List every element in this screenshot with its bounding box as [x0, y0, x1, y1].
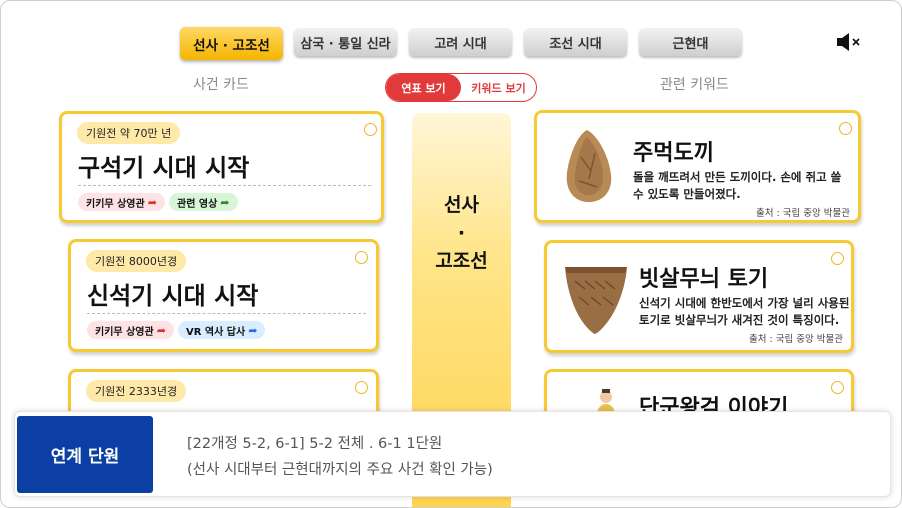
- tab-three-kingdoms[interactable]: 삼국 · 통일 신라: [294, 28, 397, 56]
- event-card[interactable]: 기원전 약 70만 년 구석기 시대 시작 키키무 상영관 ➦ 관련 영상 ➦: [59, 111, 384, 223]
- select-ring-icon[interactable]: [831, 252, 844, 265]
- tag-label: 관련 영상: [177, 198, 218, 210]
- pottery-icon: [565, 267, 627, 334]
- keyword-column-label: 관련 키워드: [660, 77, 729, 93]
- arrow-icon: ➦: [147, 195, 157, 209]
- arrow-icon: ➦: [156, 323, 166, 337]
- event-title: 신석기 시대 시작: [87, 282, 259, 310]
- linked-unit-note: (선사 시대부터 근현대까지의 주요 사건 확인 가능): [187, 462, 493, 478]
- keyword-card[interactable]: 주먹도끼 돌을 깨뜨려서 만든 도끼이다. 손에 쥐고 쓸 수 있도록 만들어졌…: [534, 110, 861, 223]
- era-pillar-line2: ·: [457, 222, 466, 244]
- timeline-view-button[interactable]: 연표 보기: [386, 74, 461, 101]
- tag-label: VR 역사 답사: [186, 326, 246, 338]
- keyword-description-line: 돌을 깨뜨려서 만든 도끼이다. 손에 쥐고 쓸: [633, 170, 842, 184]
- linked-unit-label: 연계 단원: [17, 416, 153, 493]
- keyword-description-line: 토기로 빗살무늬가 새겨진 것이 특징이다.: [639, 313, 840, 327]
- view-toggle[interactable]: 연표 보기 키워드 보기: [385, 73, 537, 102]
- event-date: 기원전 약 70만 년: [77, 122, 181, 144]
- linked-unit-text: [22개정 5-2, 6-1] 5-2 전체 . 6-1 1단원: [187, 436, 443, 452]
- tag-label: 키키무 상영관: [95, 326, 154, 338]
- era-pillar-label: 선사 · 고조선: [412, 191, 511, 275]
- tab-goryeo[interactable]: 고려 시대: [409, 28, 512, 56]
- event-column-label: 사건 카드: [193, 77, 249, 93]
- arrow-icon: ➦: [248, 323, 258, 337]
- select-ring-icon[interactable]: [355, 251, 368, 264]
- keyword-source: 출처 : 국립 중앙 박물관: [756, 208, 850, 219]
- arrow-icon: ➦: [220, 195, 230, 209]
- keyword-title: 빗살무늬 토기: [639, 267, 769, 292]
- event-date: 기원전 8000년경: [86, 250, 187, 272]
- kikimu-theater-tag[interactable]: 키키무 상영관 ➦: [78, 193, 165, 211]
- kikimu-theater-tag[interactable]: 키키무 상영관 ➦: [87, 321, 174, 339]
- tab-modern[interactable]: 근현대: [639, 28, 742, 56]
- hand-axe-icon: [566, 130, 612, 203]
- app-frame: 선사 · 고조선 삼국 · 통일 신라 고려 시대 조선 시대 근현대 사건 카…: [0, 0, 902, 508]
- keyword-description-line: 수 있도록 만들어졌다.: [633, 187, 741, 201]
- tag-label: 키키무 상영관: [86, 198, 145, 210]
- keyword-title: 주먹도끼: [633, 141, 714, 166]
- divider: [78, 185, 371, 186]
- keyword-view-button[interactable]: 키워드 보기: [461, 74, 536, 101]
- related-video-tag[interactable]: 관련 영상 ➦: [169, 193, 238, 211]
- keyword-description-line: 신석기 시대에 한반도에서 가장 널리 사용된: [639, 296, 850, 310]
- select-ring-icon[interactable]: [364, 123, 377, 136]
- tab-prehistory[interactable]: 선사 · 고조선: [180, 27, 283, 60]
- keyword-card[interactable]: 빗살무늬 토기 신석기 시대에 한반도에서 가장 널리 사용된 토기로 빗살무늬…: [544, 240, 854, 353]
- keyword-source: 출처 : 국립 중앙 박물관: [749, 334, 843, 345]
- event-card[interactable]: 기원전 8000년경 신석기 시대 시작 키키무 상영관 ➦ VR 역사 답사 …: [68, 239, 379, 352]
- select-ring-icon[interactable]: [355, 381, 368, 394]
- event-date: 기원전 2333년경: [86, 380, 187, 402]
- divider: [87, 313, 366, 314]
- speaker-mute-icon[interactable]: [835, 31, 863, 53]
- select-ring-icon[interactable]: [839, 122, 852, 135]
- era-pillar-line3: 고조선: [435, 250, 488, 272]
- event-title: 구석기 시대 시작: [78, 154, 250, 182]
- vr-history-tour-tag[interactable]: VR 역사 답사 ➦: [178, 321, 266, 339]
- keyword-description: 돌을 깨뜨려서 만든 도끼이다. 손에 쥐고 쓸 수 있도록 만들어졌다.: [633, 169, 841, 203]
- select-ring-icon[interactable]: [831, 381, 844, 394]
- era-pillar-line1: 선사: [444, 194, 479, 216]
- keyword-description: 신석기 시대에 한반도에서 가장 널리 사용된 토기로 빗살무늬가 새겨진 것이…: [639, 295, 849, 329]
- tab-joseon[interactable]: 조선 시대: [524, 28, 627, 56]
